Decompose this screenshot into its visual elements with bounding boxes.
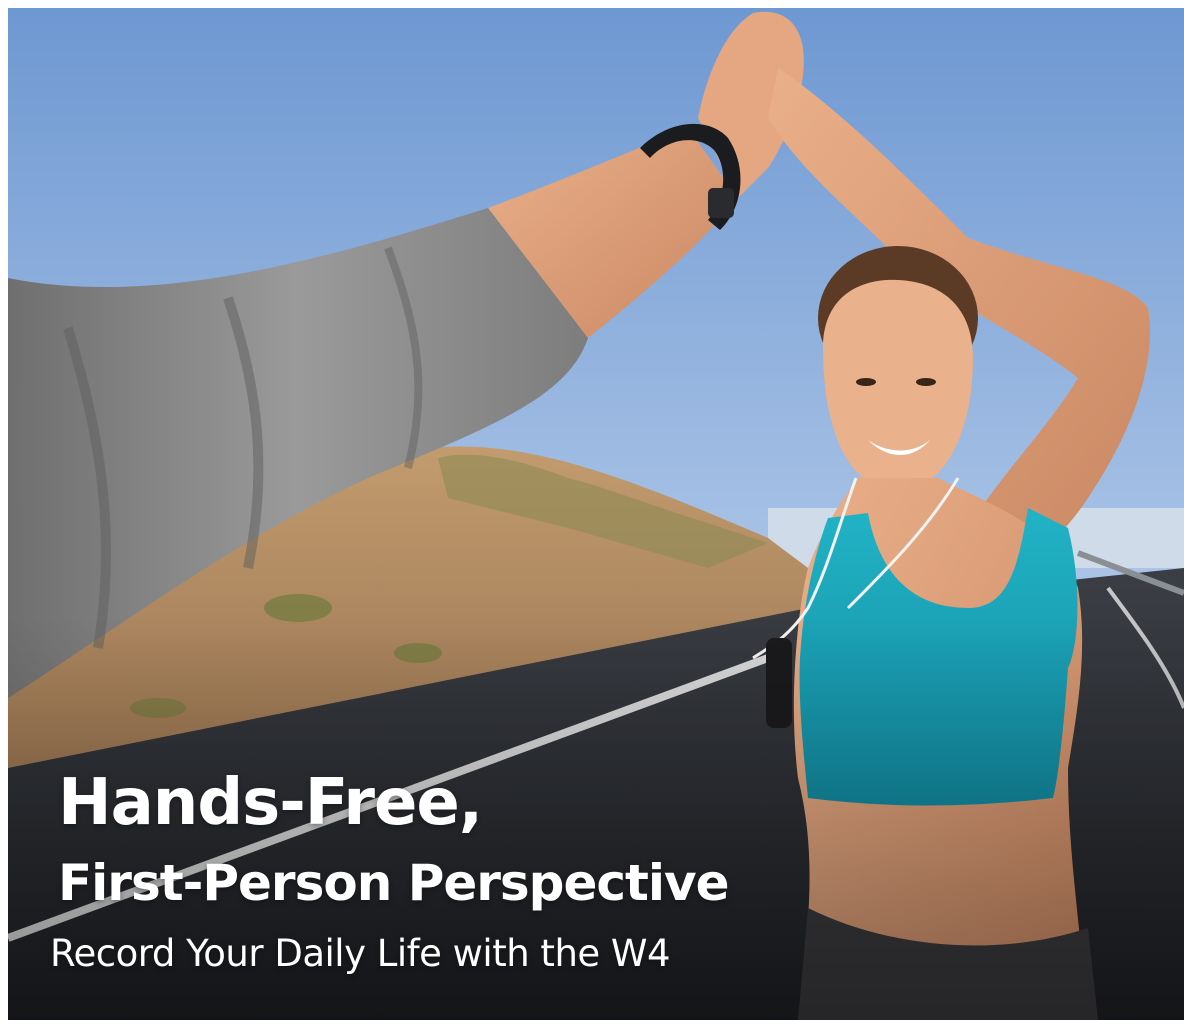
page-frame: Hands-Free, First-Person Perspective Rec… bbox=[0, 0, 1184, 1024]
caption-shade bbox=[8, 8, 1184, 1020]
hero-photo: Hands-Free, First-Person Perspective Rec… bbox=[8, 8, 1184, 1020]
photo-illustration bbox=[8, 8, 1184, 1020]
